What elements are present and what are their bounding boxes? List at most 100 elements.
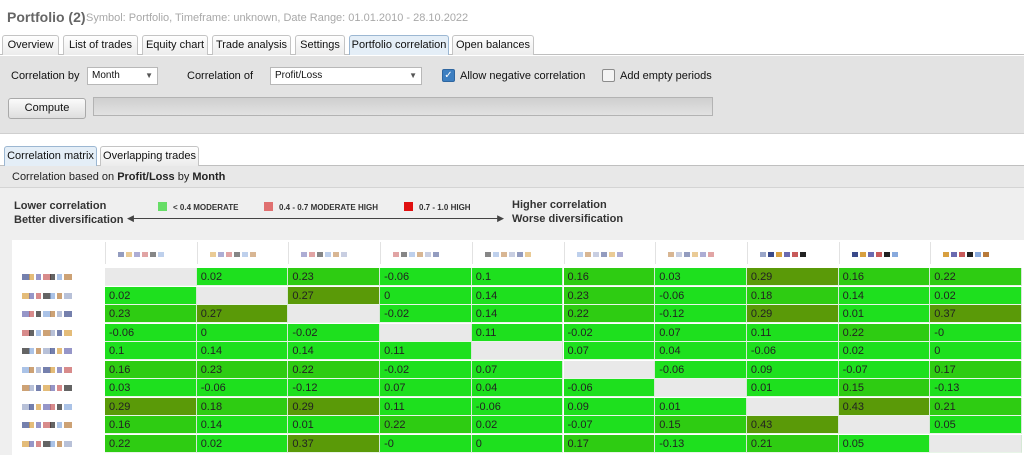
tab-overlapping-trades[interactable]: Overlapping trades [100,146,199,166]
allow-negative-label: Allow negative correlation [460,70,586,82]
matrix-cell: 0.15 [655,416,747,434]
matrix-cell: 0.37 [930,305,1022,323]
matrix-cell: 0.22 [930,268,1022,286]
row-header [12,324,105,342]
column-header [655,242,747,264]
legend-swatch [404,202,413,211]
matrix-cell: 0.37 [288,434,381,453]
matrix-caption: Correlation based on Profit/Loss by Mont… [12,171,226,183]
correlation-by-select[interactable]: Month ▼ [87,67,158,85]
matrix-cell: 0.23 [288,268,381,286]
matrix-cell: 0.02 [471,416,564,434]
matrix-cell: 0.29 [746,305,839,323]
matrix-cell: -0.07 [838,360,931,379]
column-header [838,242,931,264]
add-empty-periods-label: Add empty periods [620,70,712,82]
column-header [746,242,839,264]
tab-correlation-matrix[interactable]: Correlation matrix [4,146,97,166]
matrix-cell: 0.09 [563,397,656,416]
column-header [930,242,1022,264]
page-title: Portfolio (2) [7,9,86,25]
matrix-cell: 0.04 [471,379,564,397]
matrix-cell: 0.05 [838,434,931,453]
matrix-cell: 0.14 [288,342,381,360]
matrix-cell-diagonal [105,268,197,286]
add-empty-periods-checkbox[interactable] [602,69,615,82]
matrix-cell: 0.27 [288,286,381,305]
row-header [12,379,105,397]
matrix-cell: 0.27 [196,305,289,323]
legend-item-high: 0.7 - 1.0 HIGH [404,202,471,213]
progress-bar [93,97,713,116]
matrix-cell: 0.29 [288,397,381,416]
correlation-by-value: Month [92,70,120,81]
matrix-cell: 0.09 [746,360,839,379]
matrix-cell: 0 [196,323,289,342]
matrix-cell: 0.02 [196,268,289,286]
tab-equity-chart[interactable]: Equity chart [142,35,208,55]
arrow-right-icon: ▶ [497,213,504,223]
matrix-cell: 0.01 [655,397,747,416]
correlation-of-value: Profit/Loss [275,70,323,81]
column-header [380,242,472,264]
matrix-cell: 0.18 [746,286,839,305]
matrix-cell: -0 [380,434,472,453]
page-subtitle: Symbol: Portfolio, Timeframe: unknown, D… [86,12,469,24]
matrix-cell-diagonal [563,360,656,379]
matrix-cell-diagonal [746,397,839,416]
tab-open-balances[interactable]: Open balances [452,35,534,55]
matrix-cell: 0.15 [838,379,931,397]
matrix-cell: -0.02 [288,323,381,342]
matrix-cell: 0.02 [930,286,1022,305]
matrix-cell: 0.23 [563,286,656,305]
tab-list-of-trades[interactable]: List of trades [63,35,138,55]
tab-portfolio-correlation[interactable]: Portfolio correlation [349,35,449,55]
matrix-cell: -0 [930,323,1022,342]
matrix-cell: 0.01 [288,416,381,434]
compute-button[interactable]: Compute [8,98,86,119]
column-header [105,242,197,264]
matrix-cell: 0.14 [838,286,931,305]
matrix-cell: 0.07 [471,360,564,379]
matrix-cell: 0 [471,434,564,453]
matrix-cell: -0.06 [196,379,289,397]
tab-settings[interactable]: Settings [295,35,345,55]
matrix-cell: 0.23 [196,360,289,379]
matrix-cell: 0.23 [105,305,197,323]
matrix-cell: 0.21 [746,434,839,453]
matrix-cell: 0.07 [380,379,472,397]
matrix-cell: -0.06 [655,360,747,379]
row-header [12,305,105,323]
matrix-cell: -0.06 [746,342,839,360]
correlation-of-select[interactable]: Profit/Loss ▼ [270,67,422,85]
matrix-cell: 0.05 [930,416,1022,434]
row-header [12,398,105,416]
matrix-cell-diagonal [838,416,931,434]
matrix-cell-diagonal [288,305,381,323]
column-header [563,242,656,264]
matrix-cell: 0.03 [655,268,747,286]
row-header [12,416,105,434]
matrix-cell-diagonal [196,286,289,305]
tab-overview[interactable]: Overview [2,35,59,55]
matrix-cell: 0.11 [380,397,472,416]
chevron-down-icon: ▼ [145,71,153,80]
legend-swatch [264,202,273,211]
correlation-matrix: 0.02 0.23 -0.06 0.1 0.16 0.03 0.29 0.16 0.22 0.02… [12,240,1024,455]
row-header [12,342,105,360]
matrix-cell: 0.01 [838,305,931,323]
matrix-cell: 0.16 [563,268,656,286]
matrix-cell: 0.14 [196,416,289,434]
correlation-matrix-panel: Correlation based on Profit/Loss by Mont… [0,166,1024,455]
correlation-by-label: Correlation by [11,70,80,82]
matrix-cell: 0.22 [563,305,656,323]
matrix-cell: -0.06 [563,379,656,397]
matrix-cell: -0.07 [563,416,656,434]
allow-negative-checkbox[interactable]: ✓ [442,69,455,82]
matrix-cell: 0.43 [746,416,839,434]
matrix-cell: 0.1 [105,342,197,360]
tab-trade-analysis[interactable]: Trade analysis [212,35,291,55]
matrix-cell: -0.13 [930,379,1022,397]
column-header [196,242,289,264]
matrix-cell: 0.16 [105,416,197,434]
